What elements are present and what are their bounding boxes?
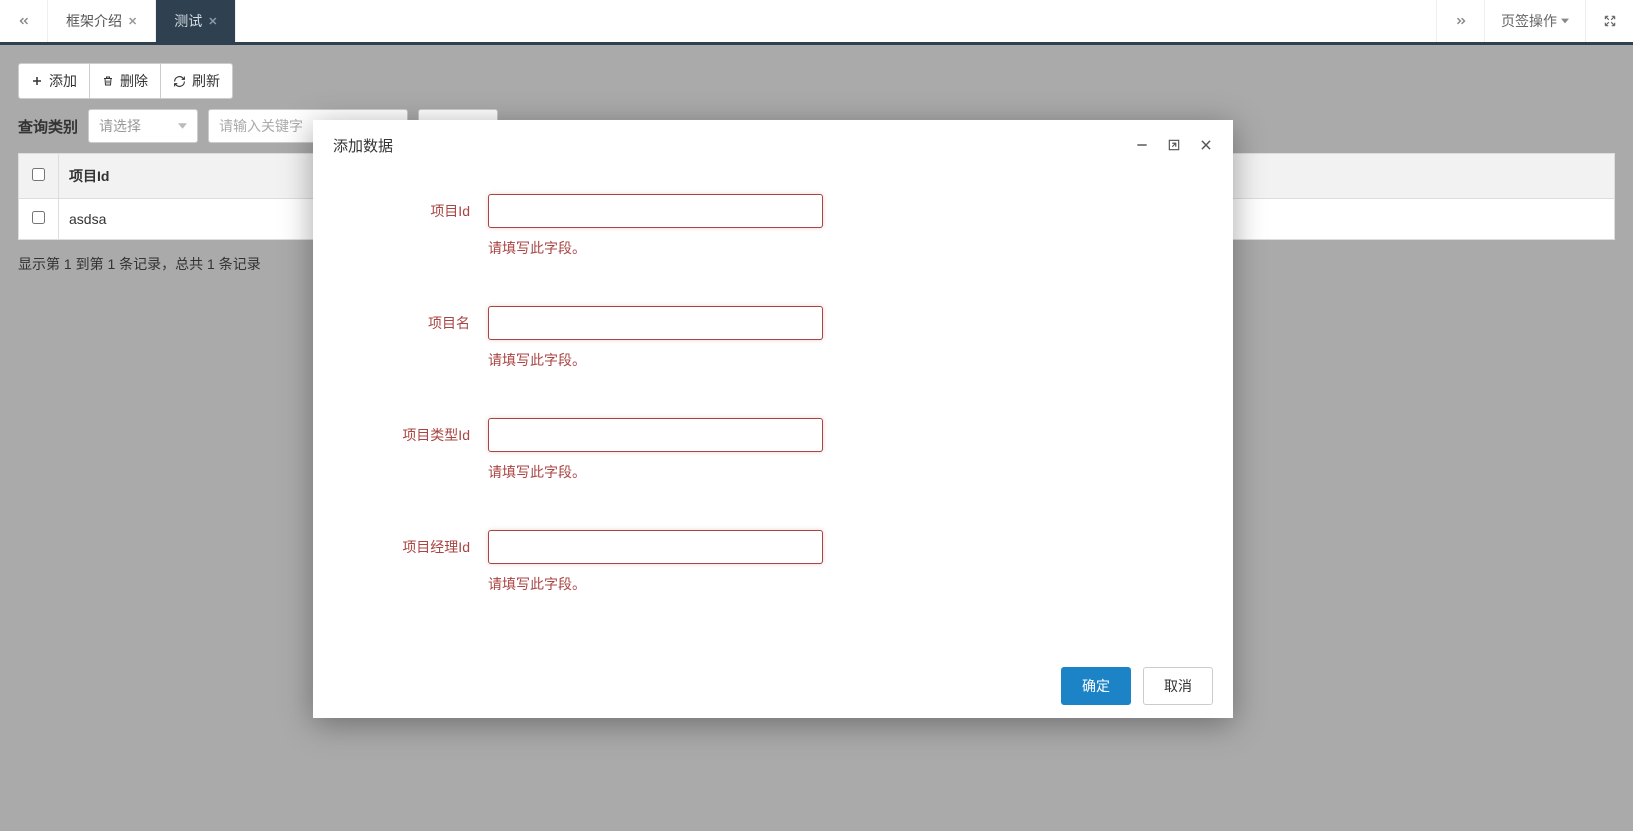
window-controls — [1135, 138, 1213, 152]
minimize-button[interactable] — [1135, 138, 1149, 152]
field-error: 请填写此字段。 — [488, 462, 823, 482]
form-label: 项目名 — [353, 306, 488, 333]
form-row-project-name: 项目名 请填写此字段。 — [353, 306, 1193, 370]
minimize-icon — [1135, 138, 1149, 152]
close-button[interactable] — [1199, 138, 1213, 152]
button-label: 确定 — [1082, 678, 1110, 694]
field-error: 请填写此字段。 — [488, 350, 823, 370]
project-type-id-input[interactable] — [488, 418, 823, 452]
project-manager-id-input[interactable] — [488, 530, 823, 564]
project-name-input[interactable] — [488, 306, 823, 340]
ok-button[interactable]: 确定 — [1061, 667, 1131, 705]
modal-backdrop: 添加数据 项目Id 请填写此字段。 — [0, 0, 1633, 831]
modal-title: 添加数据 — [333, 135, 393, 156]
form-row-project-id: 项目Id 请填写此字段。 — [353, 194, 1193, 258]
field-error: 请填写此字段。 — [488, 238, 823, 258]
modal-footer: 确定 取消 — [313, 654, 1233, 718]
form-label: 项目经理Id — [353, 530, 488, 557]
maximize-icon — [1167, 138, 1181, 152]
modal-body: 项目Id 请填写此字段。 项目名 请填写此字段。 项目类型Id 请填写此字段。 — [313, 170, 1233, 654]
button-label: 取消 — [1164, 678, 1192, 694]
form-row-project-manager-id: 项目经理Id 请填写此字段。 — [353, 530, 1193, 594]
form-row-project-type-id: 项目类型Id 请填写此字段。 — [353, 418, 1193, 482]
form-label: 项目Id — [353, 194, 488, 221]
cancel-button[interactable]: 取消 — [1143, 667, 1213, 705]
close-icon — [1199, 138, 1213, 152]
maximize-button[interactable] — [1167, 138, 1181, 152]
form-label: 项目类型Id — [353, 418, 488, 445]
field-error: 请填写此字段。 — [488, 574, 823, 594]
modal-header: 添加数据 — [313, 120, 1233, 170]
project-id-input[interactable] — [488, 194, 823, 228]
add-data-modal: 添加数据 项目Id 请填写此字段。 — [313, 120, 1233, 718]
